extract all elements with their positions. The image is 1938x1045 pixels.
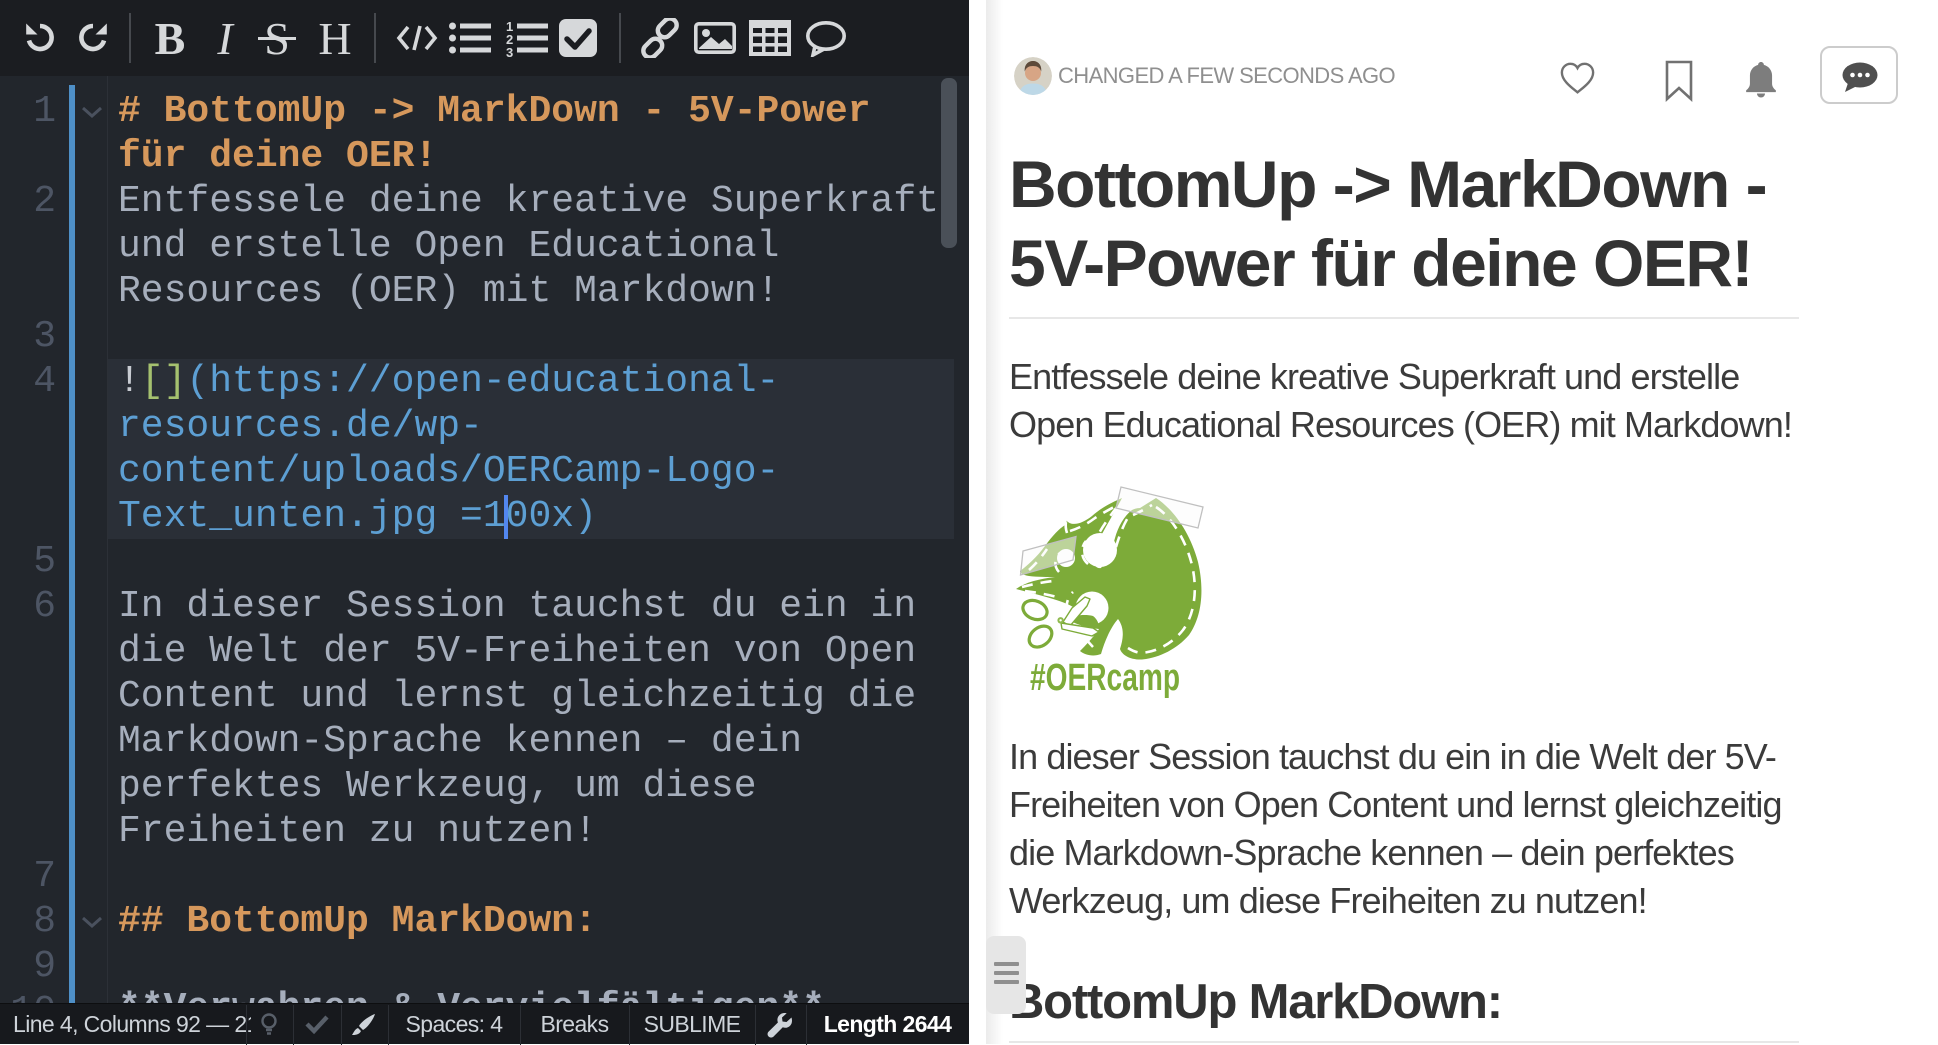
svg-text:#OERcamp: #OERcamp [1030,657,1180,699]
svg-text:3: 3 [506,45,513,57]
